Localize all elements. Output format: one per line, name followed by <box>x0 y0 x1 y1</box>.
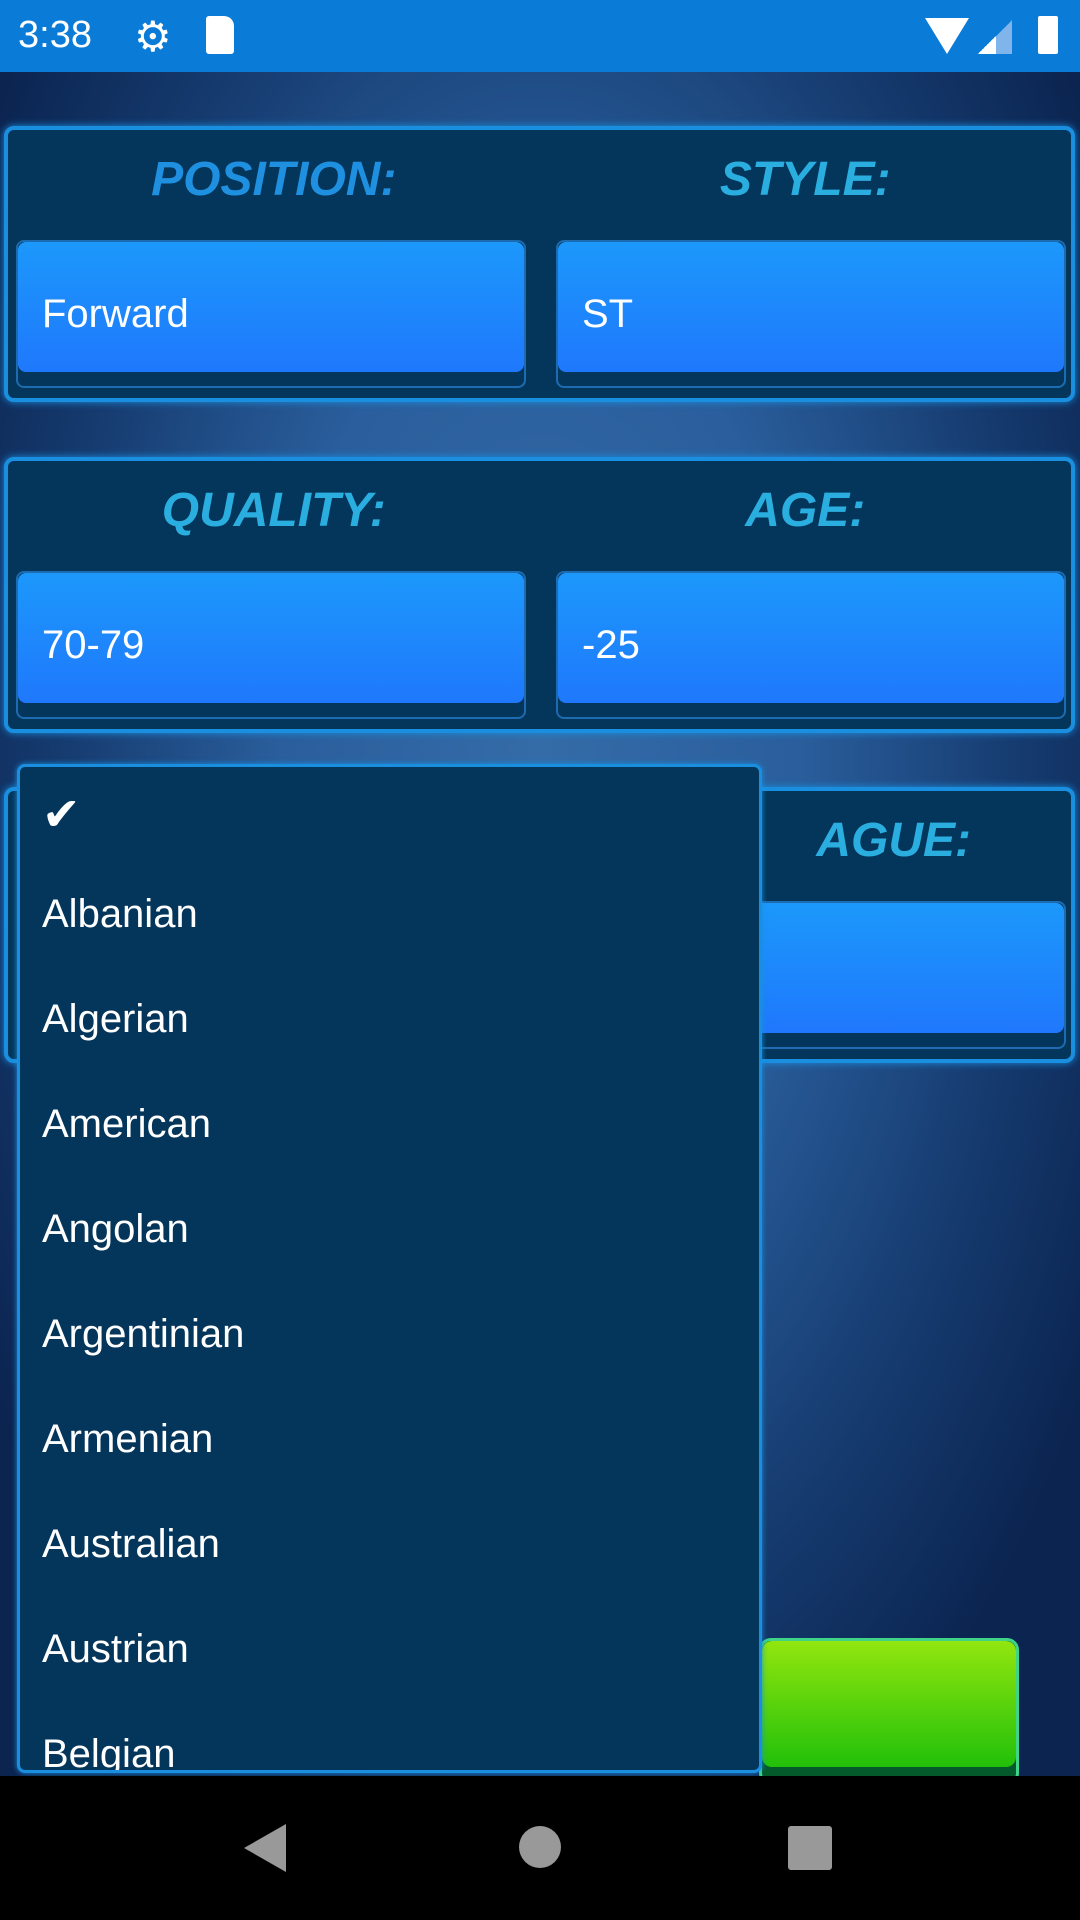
wifi-icon <box>925 18 969 54</box>
quality-age-panel: QUALITY: AGE: 70-79 -25 <box>4 457 1075 733</box>
age-label: AGE: <box>745 484 866 537</box>
quality-label: QUALITY: <box>161 484 386 537</box>
age-select[interactable]: -25 <box>556 571 1066 719</box>
gear-icon: ⚙ <box>134 13 172 60</box>
dropdown-item[interactable]: Australian <box>20 1492 759 1597</box>
style-value: ST <box>558 242 1064 372</box>
clock: 3:38 <box>18 14 92 56</box>
league-label: AGUE: <box>816 814 971 867</box>
search-button[interactable] <box>759 1638 1019 1785</box>
position-label: POSITION: <box>151 153 397 206</box>
dropdown-item[interactable]: Algerian <box>20 967 759 1072</box>
position-value: Forward <box>18 242 524 372</box>
dropdown-item[interactable]: Austrian <box>20 1597 759 1702</box>
dropdown-item[interactable]: Angolan <box>20 1177 759 1282</box>
nationality-dropdown-list[interactable]: ✔ Albanian Algerian American Angolan Arg… <box>17 764 762 1773</box>
dropdown-item[interactable]: Argentinian <box>20 1282 759 1387</box>
battery-icon <box>1038 16 1058 54</box>
status-bar: 3:38 ⚙ <box>0 0 1080 72</box>
home-icon[interactable] <box>519 1826 561 1868</box>
quality-select[interactable]: 70-79 <box>16 571 526 719</box>
style-label: STYLE: <box>719 153 891 206</box>
dropdown-item[interactable]: Belgian <box>20 1702 759 1770</box>
dropdown-item[interactable]: Albanian <box>20 862 759 967</box>
age-value: -25 <box>558 573 1064 703</box>
position-style-panel: POSITION: STYLE: Forward ST <box>4 126 1075 402</box>
position-select[interactable]: Forward <box>16 240 526 388</box>
signal-icon <box>978 20 1012 54</box>
recents-icon[interactable] <box>788 1826 832 1870</box>
dropdown-item[interactable]: American <box>20 1072 759 1177</box>
sd-card-icon <box>206 16 234 54</box>
quality-value: 70-79 <box>18 573 524 703</box>
dropdown-item[interactable]: Armenian <box>20 1387 759 1492</box>
style-select[interactable]: ST <box>556 240 1066 388</box>
dropdown-item-none[interactable]: ✔ <box>20 767 759 862</box>
back-icon[interactable] <box>244 1824 286 1872</box>
